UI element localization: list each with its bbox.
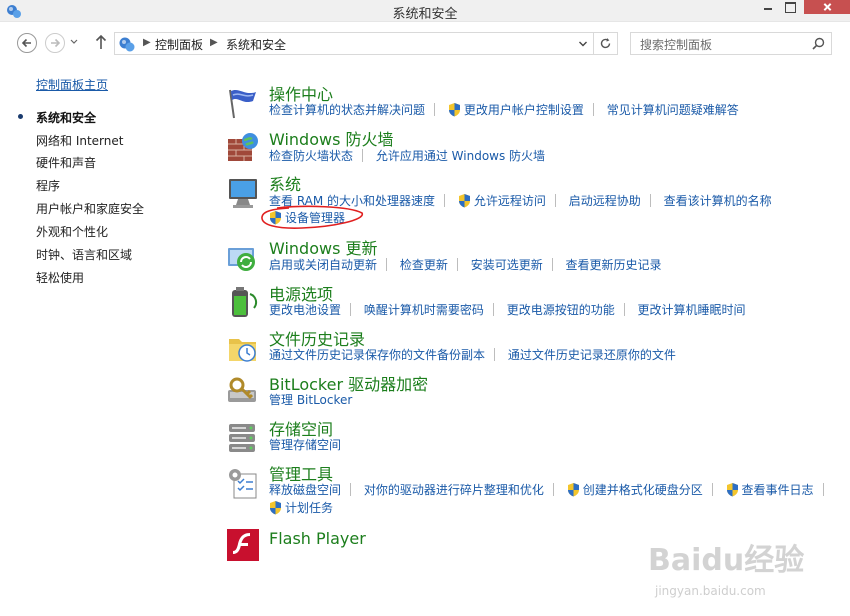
bitlocker-key-icon[interactable] — [226, 376, 260, 410]
link-allow-app-firewall[interactable]: 允许应用通过 Windows 防火墙 — [376, 147, 545, 164]
link-row: 更改电池设置 唤醒计算机时需要密码 更改电源按钮的功能 更改计算机睡眠时间 — [269, 301, 746, 318]
watermark-url-text: jingyan.baidu.com — [654, 584, 766, 598]
action-center-flag-icon[interactable] — [226, 86, 260, 120]
link-check-updates[interactable]: 检查更新 — [400, 256, 448, 273]
link-optional-updates[interactable]: 安装可选更新 — [471, 256, 543, 273]
link-wake-password[interactable]: 唤醒计算机时需要密码 — [364, 301, 484, 318]
arrow-left-icon — [21, 38, 31, 48]
flash-player-icon[interactable] — [227, 529, 259, 561]
link-auto-update[interactable]: 启用或关闭自动更新 — [269, 256, 377, 273]
link-restore-files[interactable]: 通过文件历史记录还原你的文件 — [508, 346, 676, 363]
file-history-icon[interactable] — [226, 331, 260, 365]
link-uac-settings[interactable]: 更改用户帐户控制设置 — [464, 101, 584, 118]
baidu-watermark: Baidu经验 jingyan.baidu.com — [640, 538, 810, 598]
sidebar-item-clock-region[interactable]: 时钟、语言和区域 — [36, 246, 132, 263]
link-manage-bitlocker[interactable]: 管理 BitLocker — [269, 391, 352, 408]
chevron-down-icon[interactable] — [578, 39, 588, 49]
admin-tools-icon[interactable] — [226, 466, 260, 500]
link-backup-files[interactable]: 通过文件历史记录保存你的文件备份副本 — [269, 346, 485, 363]
link-defragment[interactable]: 对你的驱动器进行碎片整理和优化 — [364, 481, 544, 498]
sidebar-item-network[interactable]: 网络和 Internet — [36, 132, 123, 149]
category-title[interactable]: Flash Player — [269, 529, 366, 548]
sidebar-item-programs[interactable]: 程序 — [36, 177, 60, 194]
search-icon[interactable] — [812, 37, 825, 50]
link-troubleshoot[interactable]: 常见计算机问题疑难解答 — [607, 101, 739, 118]
maximize-button[interactable] — [779, 0, 801, 14]
firewall-icon[interactable] — [226, 131, 260, 165]
link-partition[interactable]: 创建并格式化硬盘分区 — [583, 481, 703, 498]
address-bar[interactable]: ▶ 控制面板 ▶ 系统和安全 — [114, 32, 594, 55]
link-row: 启用或关闭自动更新 检查更新 安装可选更新 查看更新历史记录 — [269, 256, 662, 273]
storage-spaces-icon[interactable] — [226, 421, 260, 455]
uac-shield-icon — [726, 483, 738, 497]
baidu-paw-logo-icon: Baidu经验 jingyan.baidu.com — [648, 543, 804, 598]
link-row: 查看 RAM 的大小和处理器速度 允许远程访问 启动远程协助 查看该计算机的名称 — [269, 192, 772, 209]
link-ram-processor[interactable]: 查看 RAM 的大小和处理器速度 — [269, 192, 435, 209]
link-battery-settings[interactable]: 更改电池设置 — [269, 301, 341, 318]
link-disk-cleanup[interactable]: 释放磁盘空间 — [269, 481, 341, 498]
title-bar: 系统和安全 — [0, 0, 850, 22]
watermark-brand-text: Baidu经验 — [648, 543, 804, 578]
sidebar-item-user-accounts[interactable]: 用户帐户和家庭安全 — [36, 200, 144, 217]
link-row: 通过文件历史记录保存你的文件备份副本 通过文件历史记录还原你的文件 — [269, 346, 676, 363]
breadcrumb-system-security[interactable]: 系统和安全 — [226, 36, 286, 53]
power-options-icon[interactable] — [226, 286, 260, 320]
window-title: 系统和安全 — [392, 7, 458, 22]
link-manage-storage[interactable]: 管理存储空间 — [269, 436, 341, 453]
link-firewall-status[interactable]: 检查防火墙状态 — [269, 147, 353, 164]
control-panel-icon — [119, 37, 135, 52]
uac-shield-icon — [270, 501, 281, 515]
link-computer-name[interactable]: 查看该计算机的名称 — [664, 192, 772, 209]
sidebar-item-appearance[interactable]: 外观和个性化 — [36, 223, 108, 240]
link-device-manager[interactable]: 设备管理器 — [285, 209, 345, 226]
back-button[interactable] — [17, 33, 37, 53]
link-row: 管理存储空间 — [269, 436, 341, 453]
breadcrumb-control-panel[interactable]: 控制面板 — [155, 36, 203, 53]
link-event-log[interactable]: 查看事件日志 — [742, 481, 814, 498]
link-row: 释放磁盘空间 对你的驱动器进行碎片整理和优化 创建并格式化硬盘分区 查看事件日志 — [269, 481, 833, 498]
current-item-bullet — [18, 114, 23, 119]
sidebar-home-link[interactable]: 控制面板主页 — [36, 76, 108, 93]
link-update-history[interactable]: 查看更新历史记录 — [566, 256, 662, 273]
uac-shield-icon — [567, 483, 579, 497]
uac-shield-icon — [458, 194, 470, 208]
breadcrumb-separator-icon[interactable]: ▶ — [143, 37, 151, 48]
link-row: 检查防火墙状态 允许应用通过 Windows 防火墙 — [269, 147, 545, 164]
link-row: 计划任务 — [269, 499, 333, 516]
uac-shield-icon — [448, 103, 460, 117]
sidebar-item-system-security[interactable]: 系统和安全 — [36, 109, 96, 126]
link-power-button[interactable]: 更改电源按钮的功能 — [507, 301, 615, 318]
system-computer-icon[interactable] — [226, 176, 260, 210]
link-check-status[interactable]: 检查计算机的状态并解决问题 — [269, 101, 425, 118]
sidebar-item-ease-of-access[interactable]: 轻松使用 — [36, 269, 84, 286]
uac-shield-icon — [270, 211, 281, 225]
link-row: 检查计算机的状态并解决问题 更改用户帐户控制设置 常见计算机问题疑难解答 — [269, 101, 739, 118]
link-row: 管理 BitLocker — [269, 391, 352, 408]
forward-button[interactable] — [45, 33, 65, 53]
link-sleep-time[interactable]: 更改计算机睡眠时间 — [638, 301, 746, 318]
link-row: 设备管理器 — [269, 209, 345, 226]
windows-update-icon[interactable] — [226, 240, 260, 274]
close-button[interactable] — [804, 0, 850, 14]
navigation-bar: ▶ 控制面板 ▶ 系统和安全 搜索控制面板 — [0, 22, 850, 66]
link-remote-access[interactable]: 允许远程访问 — [474, 192, 546, 209]
refresh-icon — [600, 38, 611, 49]
refresh-button[interactable] — [594, 32, 618, 55]
search-box[interactable]: 搜索控制面板 — [630, 32, 832, 55]
link-remote-assistance[interactable]: 启动远程协助 — [569, 192, 641, 209]
search-input[interactable]: 搜索控制面板 — [640, 36, 712, 53]
link-task-scheduler[interactable]: 计划任务 — [285, 499, 333, 516]
up-arrow-icon[interactable] — [94, 34, 108, 50]
arrow-right-icon — [51, 38, 61, 48]
recent-locations-chevron-icon[interactable] — [69, 37, 79, 47]
sidebar-item-hardware-sound[interactable]: 硬件和声音 — [36, 154, 96, 171]
minimize-button[interactable] — [757, 0, 779, 14]
breadcrumb-separator-icon[interactable]: ▶ — [210, 37, 218, 48]
